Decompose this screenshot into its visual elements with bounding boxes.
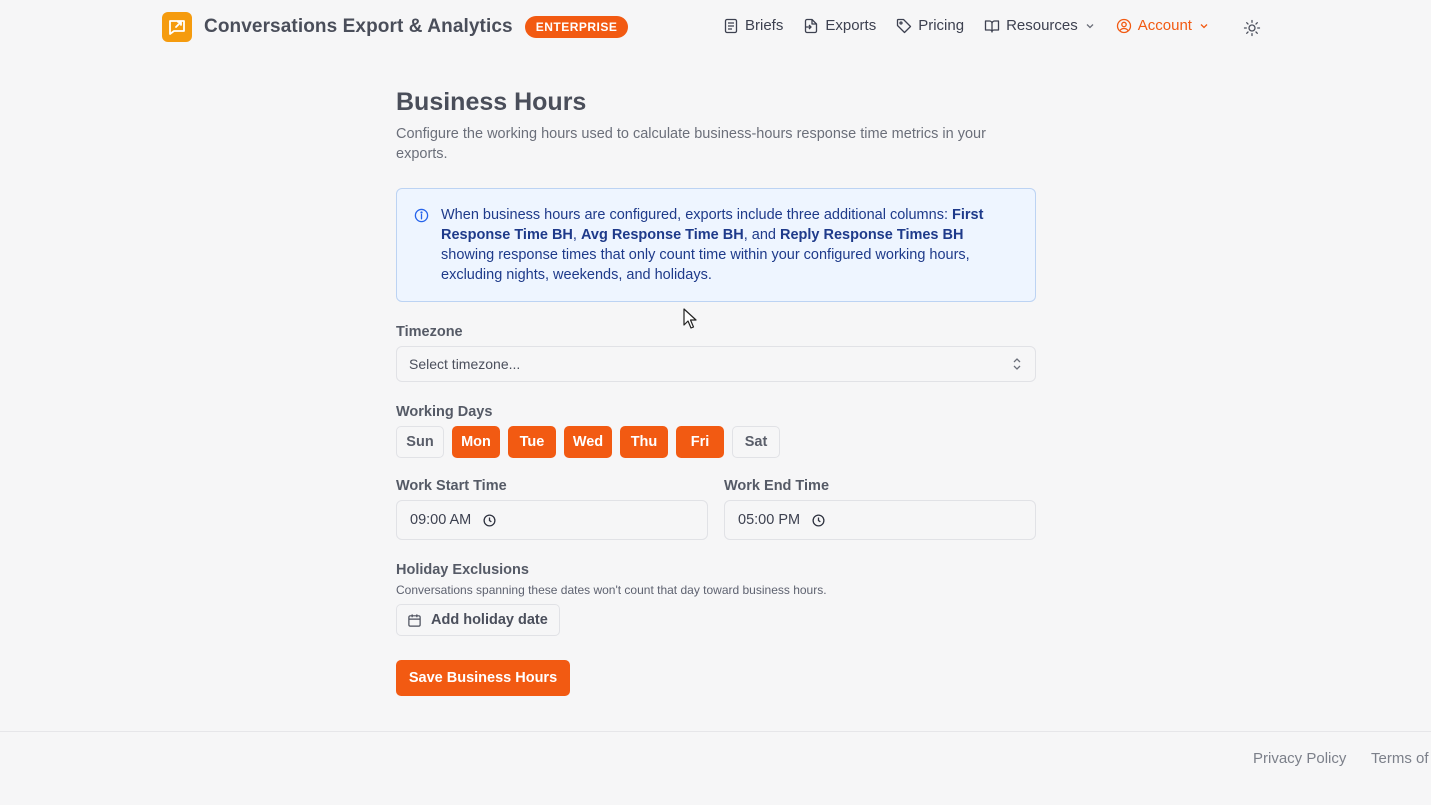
nav-briefs-label: Briefs [745,17,784,34]
logo-icon [162,12,192,42]
page-title: Business Hours [396,88,587,116]
sun-icon [1243,19,1261,37]
day-toggle-wed[interactable]: Wed [564,426,612,458]
save-business-hours-button[interactable]: Save Business Hours [396,660,570,696]
info-sep-1: , [572,227,581,243]
business-hours-form: Business Hours Configure the working hou… [396,88,1036,696]
user-circle-icon [1116,18,1131,33]
nav-pricing[interactable]: Pricing [896,17,964,34]
nav-exports[interactable]: Exports [803,17,876,34]
info-text-suffix: showing response times that only count t… [441,247,970,283]
timezone-field: Timezone Select timezone... [396,324,1036,382]
plan-badge: ENTERPRISE [524,16,629,38]
day-toggle-tue[interactable]: Tue [508,426,556,458]
chevron-down-icon [1086,23,1094,28]
working-days-label: Working Days [396,404,493,420]
info-sep-2: , and [743,227,780,243]
working-days-toggles: Sun Mon Tue Wed Thu Fri Sat [396,426,1036,458]
book-icon [984,19,1000,33]
nav-briefs[interactable]: Briefs [723,17,783,34]
calendar-icon [408,613,421,627]
day-toggle-sat[interactable]: Sat [732,426,780,458]
clock-icon[interactable] [812,513,825,527]
brand[interactable]: Conversations Export & Analytics ENTERPR… [162,12,629,42]
mouse-cursor-icon [683,308,697,329]
privacy-policy-link[interactable]: Privacy Policy [1253,750,1346,767]
info-column-2: Avg Response Time BH [580,227,744,243]
end-time-field: Work End Time 05:00 PM [724,478,1036,540]
info-text-prefix: When business hours are configured, expo… [441,207,953,223]
page-description: Configure the working hours used to calc… [396,126,986,162]
add-holiday-label: Add holiday date [431,612,548,628]
export-icon [805,18,818,33]
day-toggle-sun[interactable]: Sun [396,426,444,458]
holiday-label: Holiday Exclusions [396,562,529,578]
nav-exports-label: Exports [825,17,877,34]
start-time-label: Work Start Time [396,478,507,494]
terms-link[interactable]: Terms of [1371,750,1429,767]
chevron-down-icon [1200,23,1208,28]
holiday-exclusions: Holiday Exclusions Conversations spannin… [396,562,1036,636]
nav-account-label: Account [1137,17,1192,34]
app-title: Conversations Export & Analytics [204,16,513,37]
timezone-label: Timezone [396,324,463,340]
document-icon [724,18,738,33]
start-time-input[interactable]: 09:00 AM [396,500,708,540]
end-time-value: 05:00 PM [738,512,801,528]
working-days-field: Working Days Sun Mon Tue Wed Thu Fri Sat [396,404,1036,458]
info-callout: When business hours are configured, expo… [396,188,1036,302]
timezone-select[interactable]: Select timezone... [396,346,1036,382]
day-toggle-fri[interactable]: Fri [676,426,724,458]
end-time-label: Work End Time [724,478,830,494]
start-time-field: Work Start Time 09:00 AM [396,478,708,540]
add-holiday-button[interactable]: Add holiday date [396,604,560,636]
main-nav: Briefs Exports Pricing Resources Account [723,17,1230,34]
timezone-placeholder: Select timezone... [409,356,521,372]
holiday-hint: Conversations spanning these dates won't… [396,583,827,597]
end-time-input[interactable]: 05:00 PM [724,500,1036,540]
info-column-3: Reply Response Times BH [780,227,964,243]
nav-resources[interactable]: Resources [984,17,1096,34]
top-header: Conversations Export & Analytics ENTERPR… [0,0,1431,55]
start-time-value: 09:00 AM [410,512,472,528]
nav-resources-label: Resources [1006,17,1078,34]
info-icon [414,208,429,223]
footer: Privacy Policy Terms of [0,731,1431,805]
clock-icon[interactable] [483,513,496,527]
day-toggle-mon[interactable]: Mon [452,426,500,458]
nav-pricing-label: Pricing [918,17,965,34]
nav-account[interactable]: Account [1116,17,1210,34]
tag-icon [897,18,912,33]
chevron-up-down-icon [1013,358,1021,370]
time-fields: Work Start Time 09:00 AM Work End Time 0… [396,478,1036,540]
day-toggle-thu[interactable]: Thu [620,426,668,458]
theme-toggle-button[interactable] [1243,19,1261,37]
